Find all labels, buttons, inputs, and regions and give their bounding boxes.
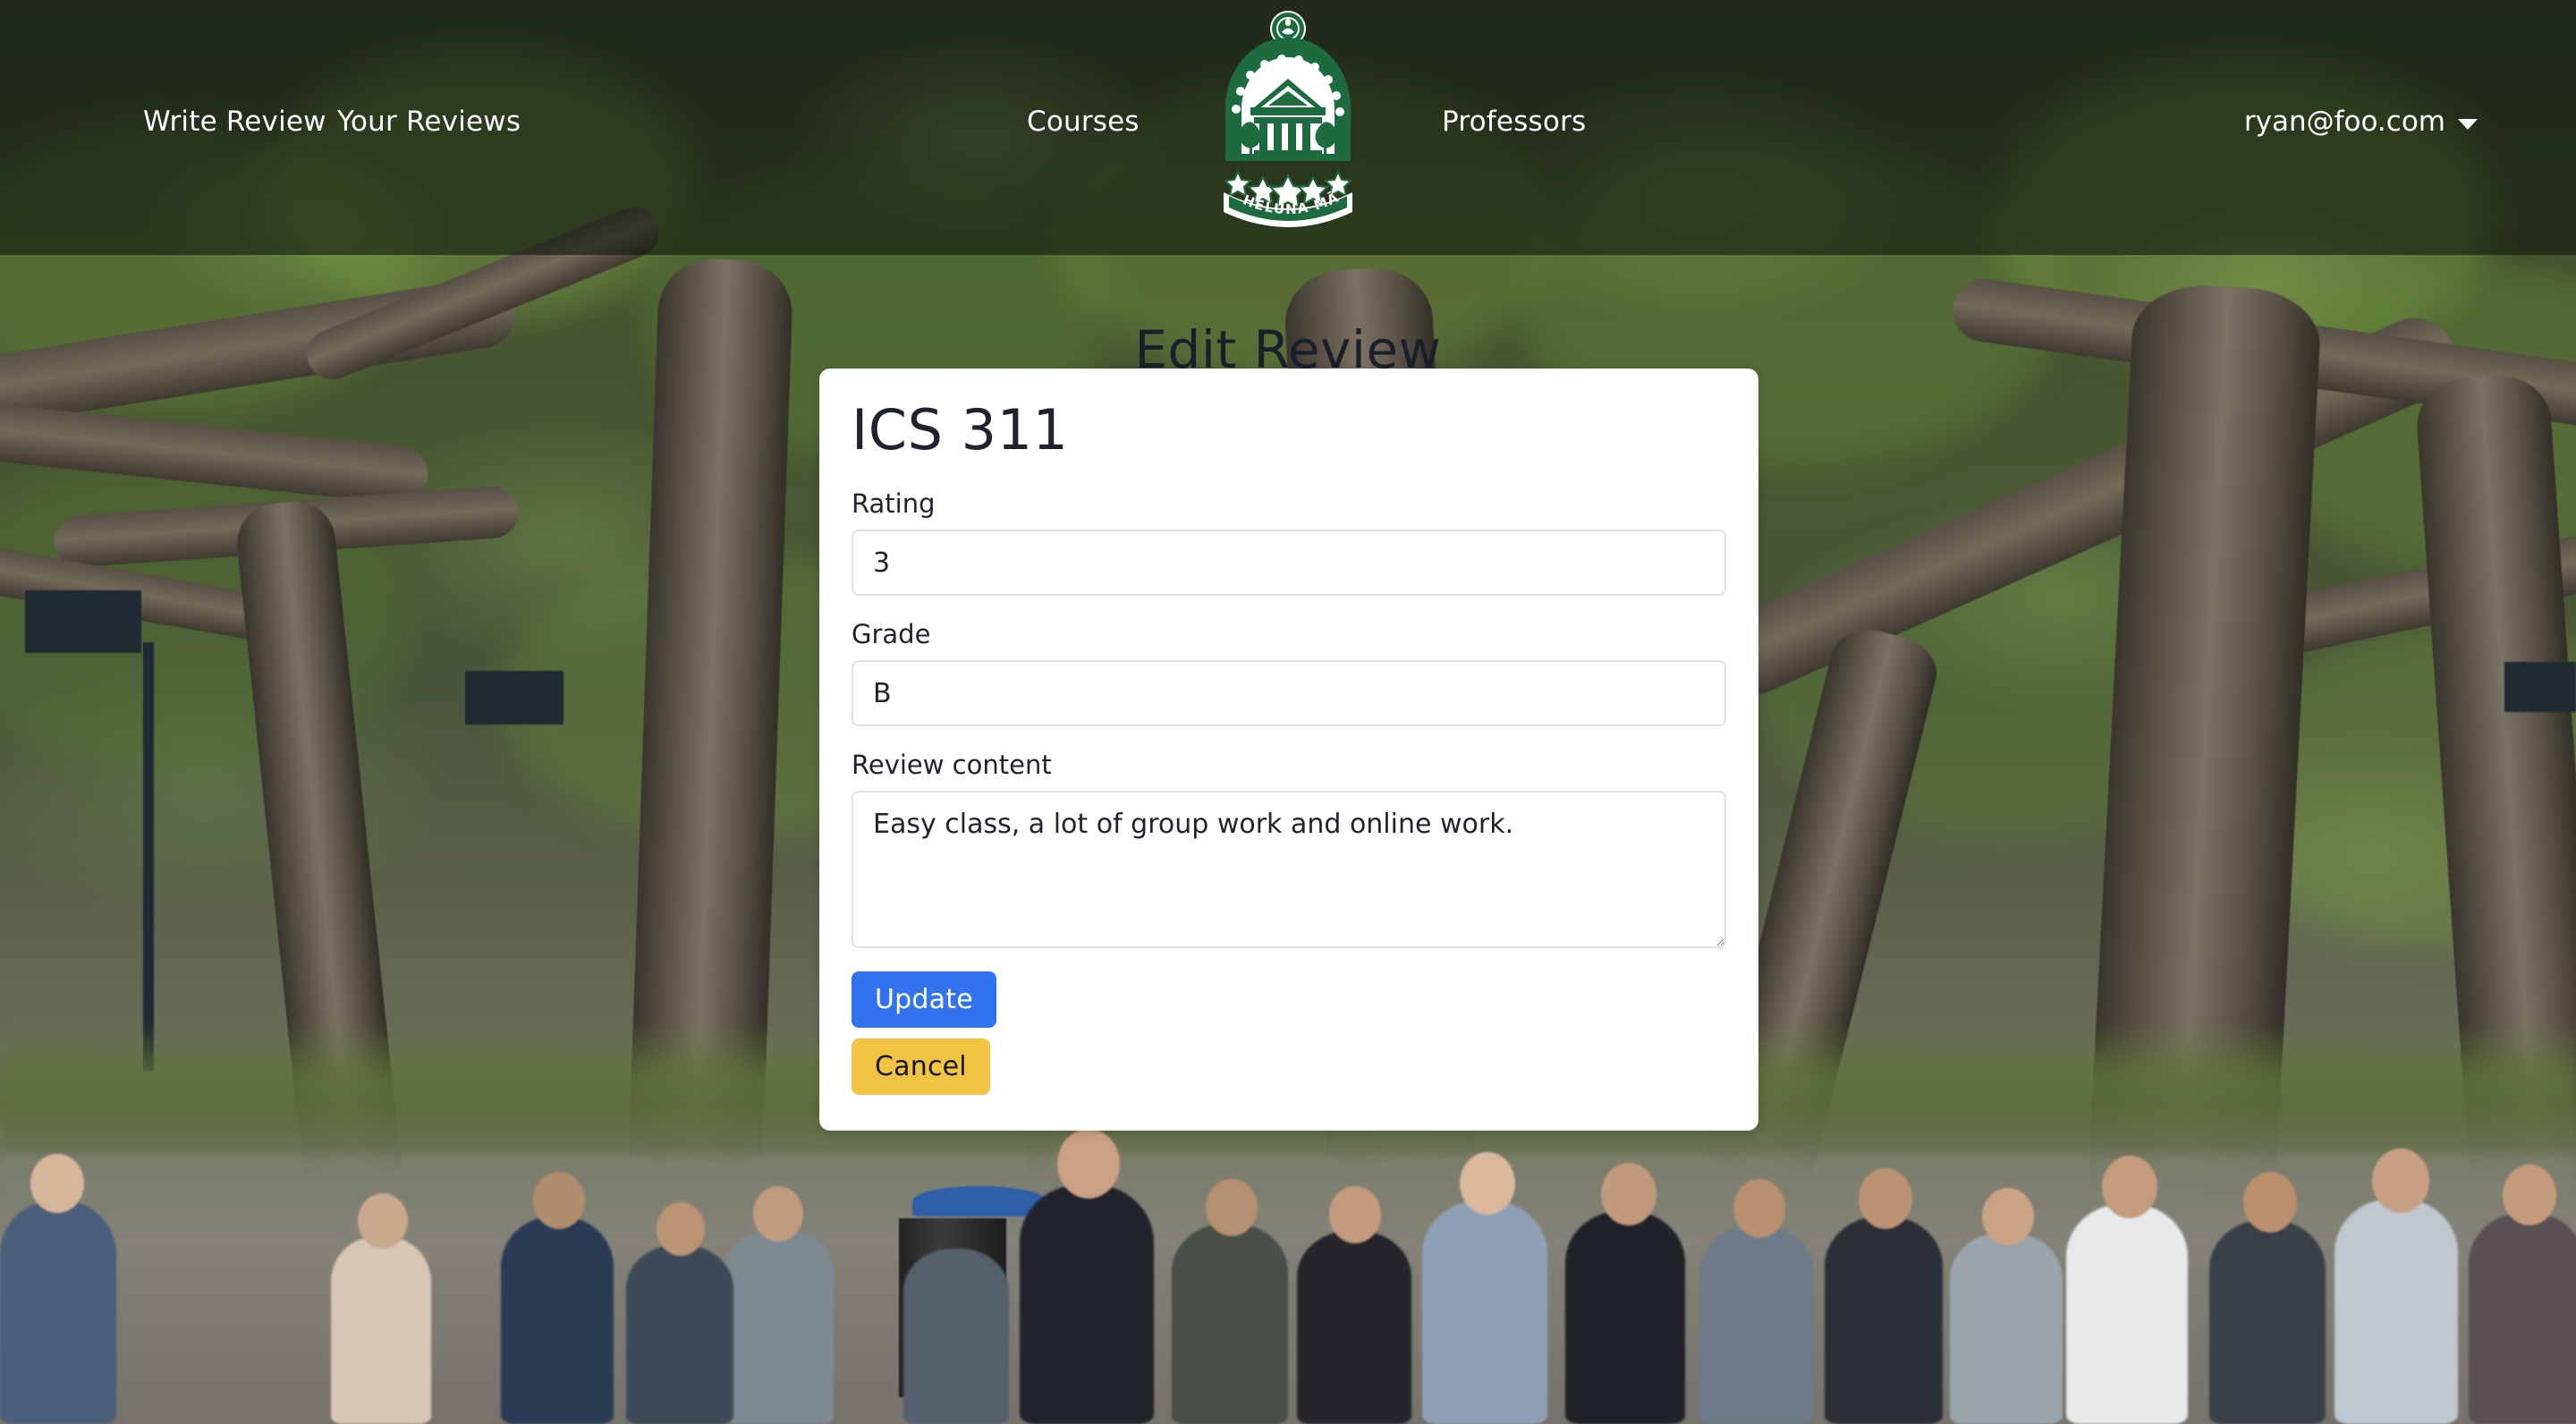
student-figure bbox=[1825, 1216, 1943, 1424]
review-content-textarea[interactable] bbox=[852, 791, 1726, 948]
campus-sign bbox=[2504, 662, 2576, 712]
course-title: ICS 311 bbox=[852, 397, 1069, 462]
student-figure bbox=[1565, 1211, 1685, 1424]
chevron-down-icon bbox=[2458, 119, 2478, 130]
student-figure bbox=[724, 1229, 834, 1424]
review-content-label: Review content bbox=[852, 750, 1052, 780]
university-crest-icon: HELUNA MĀNOA bbox=[1192, 0, 1353, 227]
nav-link-write-review[interactable]: Write Review bbox=[143, 106, 326, 138]
grade-input[interactable] bbox=[852, 660, 1726, 726]
campus-sign bbox=[465, 671, 564, 725]
student-figure bbox=[1172, 1224, 1288, 1424]
blue-umbrella bbox=[912, 1186, 1046, 1216]
grade-label: Grade bbox=[852, 619, 931, 649]
rating-input[interactable] bbox=[852, 530, 1726, 596]
student-head bbox=[2102, 1156, 2157, 1218]
nav-link-courses[interactable]: Courses bbox=[1027, 106, 1140, 138]
student-figure bbox=[2209, 1220, 2326, 1424]
student-figure bbox=[1020, 1184, 1154, 1424]
campus-sign bbox=[25, 590, 141, 653]
student-head bbox=[30, 1154, 84, 1213]
student-figure bbox=[1699, 1225, 1814, 1424]
student-head bbox=[1329, 1186, 1381, 1243]
app-root: Write Review Your Reviews Courses Profes… bbox=[0, 0, 2576, 1424]
field-rating: Rating bbox=[852, 488, 1726, 596]
nav-link-your-reviews[interactable]: Your Reviews bbox=[337, 106, 521, 138]
student-head bbox=[1460, 1152, 1515, 1215]
student-figure bbox=[1950, 1233, 2063, 1424]
student-figure bbox=[501, 1216, 614, 1424]
cancel-button[interactable]: Cancel bbox=[852, 1038, 990, 1095]
lamp-post bbox=[143, 642, 154, 1072]
student-head bbox=[753, 1186, 803, 1242]
student-figure bbox=[903, 1249, 1009, 1424]
student-head bbox=[657, 1202, 705, 1256]
student-head bbox=[1057, 1129, 1120, 1199]
student-figure bbox=[331, 1236, 431, 1424]
student-head bbox=[2503, 1165, 2556, 1225]
student-head bbox=[1859, 1168, 1912, 1229]
student-figure bbox=[1422, 1200, 1547, 1424]
field-grade: Grade bbox=[852, 619, 1726, 726]
student-head bbox=[358, 1193, 408, 1249]
nav-link-professors[interactable]: Professors bbox=[1442, 106, 1586, 138]
student-head bbox=[1601, 1163, 1657, 1225]
student-head bbox=[2372, 1149, 2429, 1213]
user-menu[interactable]: ryan@foo.com bbox=[2244, 106, 2478, 138]
field-review-content: Review content bbox=[852, 750, 1726, 948]
student-head bbox=[1733, 1179, 1785, 1238]
student-figure bbox=[2334, 1199, 2458, 1424]
student-figure bbox=[2066, 1204, 2188, 1424]
student-crowd bbox=[0, 1129, 2576, 1424]
student-figure bbox=[0, 1200, 116, 1424]
site-logo[interactable]: HELUNA MĀNOA bbox=[1192, 0, 1377, 237]
student-head bbox=[1982, 1188, 2034, 1245]
edit-review-card: ICS 311 Rating Grade Review content Upda… bbox=[819, 369, 1758, 1131]
student-head bbox=[2243, 1172, 2297, 1233]
student-figure bbox=[626, 1245, 733, 1424]
student-figure bbox=[1297, 1231, 1411, 1424]
student-head bbox=[1206, 1179, 1258, 1236]
user-email-label: ryan@foo.com bbox=[2243, 106, 2445, 138]
student-head bbox=[533, 1172, 585, 1229]
top-navbar: Write Review Your Reviews Courses Profes… bbox=[0, 0, 2576, 255]
rating-label: Rating bbox=[852, 488, 936, 519]
student-figure bbox=[2469, 1213, 2576, 1424]
update-button[interactable]: Update bbox=[852, 971, 996, 1028]
